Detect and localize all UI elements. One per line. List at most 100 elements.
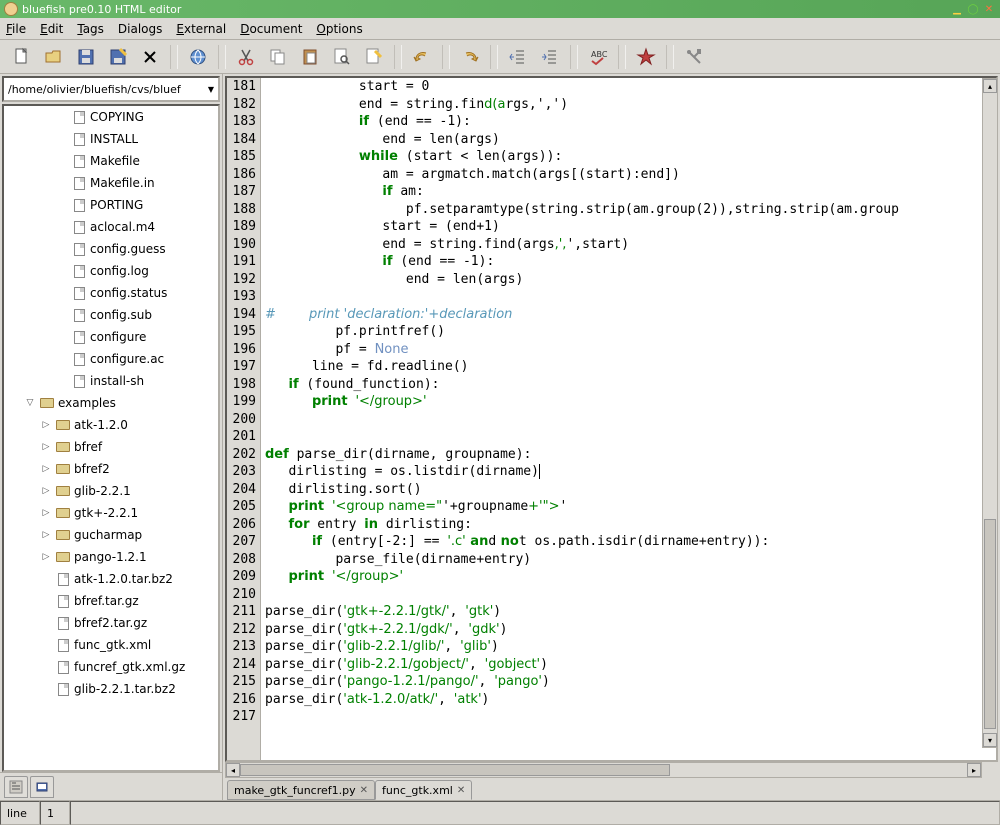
tree-item[interactable]: Makefile (4, 150, 218, 172)
horizontal-scrollbar[interactable]: ◂ ▸ (225, 762, 982, 778)
expander-icon[interactable]: ▷ (40, 420, 52, 430)
tree-item[interactable]: ▷bfref2 (4, 458, 218, 480)
tree-item[interactable]: config.sub (4, 304, 218, 326)
code-editor[interactable]: start = 0 end = string.find(args,',') if… (261, 78, 996, 760)
indent-button[interactable] (534, 43, 566, 71)
menu-edit[interactable]: Edit (40, 22, 63, 36)
save-as-button[interactable] (102, 43, 134, 71)
close-file-button[interactable] (134, 43, 166, 71)
tree-item[interactable]: ▷pango-1.2.1 (4, 546, 218, 568)
close-tab-icon[interactable]: ✕ (457, 785, 465, 796)
paste-button[interactable] (294, 43, 326, 71)
scroll-thumb[interactable] (984, 519, 996, 729)
tree-item[interactable]: configure (4, 326, 218, 348)
file-icon (55, 616, 71, 630)
tree-item[interactable]: ▽examples (4, 392, 218, 414)
tree-item[interactable]: Makefile.in (4, 172, 218, 194)
expander-icon[interactable]: ▷ (40, 442, 52, 452)
preferences-button[interactable] (678, 43, 710, 71)
scroll-up-icon[interactable]: ▴ (983, 79, 997, 93)
redo-button[interactable] (454, 43, 486, 71)
file-tab[interactable]: make_gtk_funcref1.py ✕ (227, 780, 375, 800)
expander-icon[interactable]: ▷ (40, 464, 52, 474)
replace-button[interactable] (358, 43, 390, 71)
tree-item[interactable]: atk-1.2.0.tar.bz2 (4, 568, 218, 590)
menu-file[interactable]: File (6, 22, 26, 36)
tree-item[interactable]: INSTALL (4, 128, 218, 150)
expander-icon[interactable]: ▷ (40, 530, 52, 540)
file-tree[interactable]: COPYINGINSTALLMakefileMakefile.inPORTING… (2, 104, 220, 772)
file-tab[interactable]: func_gtk.xml✕ (375, 780, 472, 800)
file-icon (71, 154, 87, 168)
scroll-right-icon[interactable]: ▸ (967, 763, 981, 777)
save-button[interactable] (70, 43, 102, 71)
window-titlebar: bluefish pre0.10 HTML editor ▁ ◯ ✕ (0, 0, 1000, 18)
tree-item-label: bfref2.tar.gz (74, 616, 147, 630)
sidebar-tab-filebrowser[interactable] (4, 776, 28, 798)
menu-options[interactable]: Options (316, 22, 362, 36)
close-button[interactable]: ✕ (982, 2, 996, 16)
tree-item-label: glib-2.2.1 (74, 484, 131, 498)
expander-icon[interactable]: ▷ (40, 552, 52, 562)
tree-item[interactable]: configure.ac (4, 348, 218, 370)
tree-item[interactable]: ▷bfref (4, 436, 218, 458)
tree-item[interactable]: config.guess (4, 238, 218, 260)
tree-item-label: configure.ac (90, 352, 164, 366)
path-dropdown[interactable]: /home/olivier/bluefish/cvs/bluef ▼ (2, 76, 220, 102)
tree-item[interactable]: bfref2.tar.gz (4, 612, 218, 634)
tree-item-label: funcref_gtk.xml.gz (74, 660, 185, 674)
tree-item-label: config.guess (90, 242, 166, 256)
file-icon (71, 330, 87, 344)
file-tab-label: make_gtk_funcref1.py (234, 784, 356, 797)
menu-document[interactable]: Document (240, 22, 302, 36)
folder-icon (55, 462, 71, 476)
close-tab-icon[interactable]: ✕ (360, 785, 368, 796)
tree-item[interactable]: funcref_gtk.xml.gz (4, 656, 218, 678)
tree-item[interactable]: COPYING (4, 106, 218, 128)
undo-button[interactable] (406, 43, 438, 71)
expander-icon[interactable]: ▷ (40, 508, 52, 518)
file-icon (55, 638, 71, 652)
scroll-left-icon[interactable]: ◂ (226, 763, 240, 777)
minimize-button[interactable]: ▁ (950, 2, 964, 16)
toolbar: ABC (0, 40, 1000, 74)
scroll-thumb[interactable] (240, 764, 670, 776)
expander-icon[interactable]: ▽ (24, 398, 36, 408)
menu-tags[interactable]: Tags (77, 22, 104, 36)
tree-item[interactable]: ▷gtk+-2.2.1 (4, 502, 218, 524)
sidebar-tab-bookmarks[interactable] (30, 776, 54, 798)
expander-icon[interactable]: ▷ (40, 486, 52, 496)
tree-item[interactable]: ▷gucharmap (4, 524, 218, 546)
menu-dialogs[interactable]: Dialogs (118, 22, 162, 36)
vertical-scrollbar[interactable]: ▴ ▾ (982, 78, 998, 748)
tree-item[interactable]: glib-2.2.1.tar.bz2 (4, 678, 218, 700)
folder-icon (55, 418, 71, 432)
bookmark-button[interactable] (630, 43, 662, 71)
menu-external[interactable]: External (176, 22, 226, 36)
open-file-button[interactable] (38, 43, 70, 71)
cut-button[interactable] (230, 43, 262, 71)
tree-item[interactable]: bfref.tar.gz (4, 590, 218, 612)
scroll-down-icon[interactable]: ▾ (983, 733, 997, 747)
folder-icon (39, 396, 55, 410)
sidebar: /home/olivier/bluefish/cvs/bluef ▼ COPYI… (0, 74, 223, 800)
tree-item[interactable]: config.log (4, 260, 218, 282)
tree-item[interactable]: ▷ glib-2.2.1 (4, 480, 218, 502)
tree-item[interactable]: ▷ atk-1.2.0 (4, 414, 218, 436)
folder-icon (55, 528, 71, 542)
tree-item[interactable]: aclocal.m4 (4, 216, 218, 238)
tree-item-label: atk-1.2.0 (74, 418, 128, 432)
copy-button[interactable] (262, 43, 294, 71)
find-button[interactable] (326, 43, 358, 71)
tree-item[interactable]: PORTING (4, 194, 218, 216)
tree-item[interactable]: func_gtk.xml (4, 634, 218, 656)
tree-item-label: install-sh (90, 374, 144, 388)
chevron-down-icon: ▼ (208, 85, 214, 94)
unindent-button[interactable] (502, 43, 534, 71)
browser-preview-button[interactable] (182, 43, 214, 71)
maximize-button[interactable]: ◯ (966, 2, 980, 16)
spellcheck-button[interactable]: ABC (582, 43, 614, 71)
tree-item[interactable]: install-sh (4, 370, 218, 392)
new-file-button[interactable] (6, 43, 38, 71)
tree-item[interactable]: config.status (4, 282, 218, 304)
